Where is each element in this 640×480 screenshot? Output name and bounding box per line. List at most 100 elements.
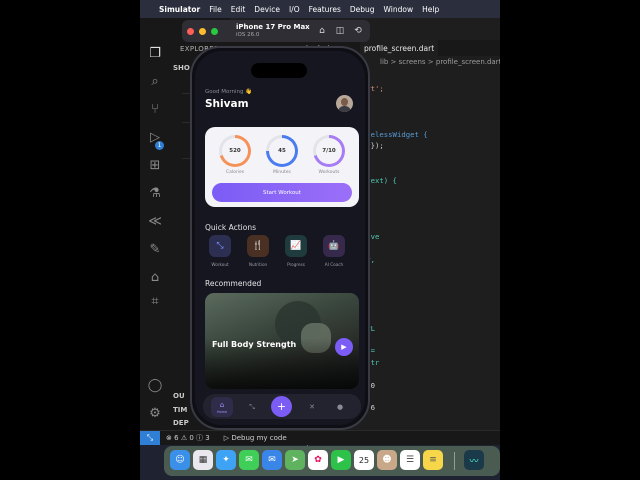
menu-window[interactable]: Window bbox=[384, 5, 414, 14]
recommended-workout-card[interactable]: Full Body Strength ▶ bbox=[205, 293, 359, 389]
remote-icon[interactable]: ✎ bbox=[147, 241, 163, 257]
source-control-icon[interactable]: ⑂ bbox=[147, 101, 163, 117]
dependencies-section[interactable]: DEP bbox=[173, 419, 189, 427]
quick-action-progress[interactable]: 📈 bbox=[285, 235, 307, 257]
maps-icon[interactable]: ➤ bbox=[285, 450, 305, 470]
tab-label: profile_screen.dart bbox=[364, 43, 435, 53]
launchpad-icon[interactable]: ▦ bbox=[193, 450, 213, 470]
workouts-value: 7/10 bbox=[316, 138, 342, 164]
account-icon[interactable]: ◯ bbox=[147, 377, 163, 393]
quick-action-workout-label: Workout bbox=[211, 262, 229, 267]
settings-gear-icon[interactable]: ⚙ bbox=[147, 405, 163, 421]
iphone-frame: Good Morning 👋 Shivam 520 Calories 45 Mi… bbox=[190, 46, 370, 430]
quick-action-ai-coach-label: AI Coach bbox=[324, 262, 344, 267]
calendar-day: 25 bbox=[358, 455, 370, 465]
breadcrumb[interactable]: lib > screens > profile_screen.dart > ..… bbox=[380, 58, 500, 66]
menu-file[interactable]: File bbox=[209, 5, 222, 14]
menu-bar: Simulator File Edit Device I/O Features … bbox=[140, 0, 500, 18]
quick-action-progress-label: Progress bbox=[287, 262, 305, 267]
dock: ☺ ▦ ✦ ✉ ✉ ➤ ✿ ▶ 25 ☻ ☰ ≡ 〰 bbox=[164, 446, 500, 476]
messages-icon[interactable]: ✉ bbox=[239, 450, 259, 470]
home-icon: ⌂ bbox=[219, 400, 225, 409]
app-screen: Good Morning 👋 Shivam 520 Calories 45 Mi… bbox=[195, 51, 365, 425]
nav-profile[interactable]: ● bbox=[331, 398, 349, 416]
timeline-section[interactable]: TIM bbox=[173, 406, 187, 414]
minimize-window-icon[interactable] bbox=[199, 27, 206, 35]
workouts-ring: 7/10 bbox=[313, 135, 345, 167]
menu-features[interactable]: Features bbox=[309, 5, 341, 14]
extensions-icon[interactable]: ⊞ bbox=[147, 157, 163, 173]
flutter-icon[interactable]: ≪ bbox=[147, 213, 163, 229]
chart-icon: 📈 bbox=[290, 241, 302, 251]
robot-icon: 🤖 bbox=[328, 241, 340, 251]
remote-indicator-icon[interactable]: ⤡ bbox=[140, 431, 160, 445]
debug-play-icon: ▷ bbox=[223, 434, 230, 442]
info-icon: ⓘ bbox=[196, 434, 204, 442]
calories-value: 520 bbox=[222, 138, 248, 164]
quick-action-nutrition[interactable]: 🍴 bbox=[247, 235, 269, 257]
user-name: Shivam bbox=[205, 98, 249, 110]
fork-knife-icon: 🍴 bbox=[252, 241, 264, 251]
outline-section[interactable]: OU bbox=[173, 392, 185, 400]
testing-icon[interactable]: ⚗ bbox=[147, 185, 163, 201]
menu-help[interactable]: Help bbox=[422, 5, 439, 14]
contacts-icon[interactable]: ☻ bbox=[377, 450, 397, 470]
error-icon: ⊗ bbox=[166, 434, 172, 442]
quick-action-ai-coach[interactable]: 🤖 bbox=[323, 235, 345, 257]
person-icon: ● bbox=[336, 403, 344, 411]
screenshot-icon[interactable]: ◫ bbox=[334, 25, 346, 37]
avatar-body bbox=[338, 106, 351, 112]
dynamic-island bbox=[251, 63, 307, 78]
freeform-icon[interactable]: 〰 bbox=[464, 450, 484, 470]
minutes-value: 45 bbox=[269, 138, 295, 164]
start-workout-button[interactable]: Start Workout bbox=[212, 183, 352, 202]
menu-device[interactable]: Device bbox=[254, 5, 280, 14]
nav-nutrition[interactable]: ✕ bbox=[303, 398, 321, 416]
rotate-icon[interactable]: ⟲ bbox=[352, 25, 364, 37]
photos-icon[interactable]: ✿ bbox=[308, 450, 328, 470]
quick-action-workout[interactable]: ⤡ bbox=[209, 235, 231, 257]
notes-icon[interactable]: ≡ bbox=[423, 450, 443, 470]
avatar[interactable] bbox=[336, 95, 353, 112]
notification-badge: 1 bbox=[155, 141, 164, 150]
plus-icon: + bbox=[276, 400, 287, 413]
dumbbell-icon: ⤡ bbox=[216, 241, 224, 251]
menu-edit[interactable]: Edit bbox=[231, 5, 246, 14]
close-window-icon[interactable] bbox=[187, 27, 194, 35]
menu-debug[interactable]: Debug bbox=[350, 5, 375, 14]
bookmark-icon[interactable]: ⌂ bbox=[147, 269, 163, 285]
menu-io[interactable]: I/O bbox=[289, 5, 300, 14]
calendar-icon[interactable]: 25 bbox=[354, 450, 374, 470]
add-button[interactable]: + bbox=[271, 396, 292, 417]
home-button-icon[interactable]: ⌂ bbox=[316, 25, 328, 37]
play-button-icon[interactable]: ▶ bbox=[335, 338, 353, 356]
workouts-label: Workouts bbox=[318, 170, 340, 175]
dock-separator bbox=[454, 452, 455, 470]
warning-count: 0 bbox=[189, 434, 194, 442]
minutes-ring: 45 bbox=[266, 135, 298, 167]
tab-profile-screen[interactable]: profile_screen.dart bbox=[360, 40, 439, 56]
menu-app-name[interactable]: Simulator bbox=[159, 5, 200, 14]
dumbbell-icon: ⤡ bbox=[249, 402, 255, 411]
quick-action-nutrition-label: Nutrition bbox=[248, 262, 268, 267]
nav-workouts[interactable]: ⤡ bbox=[243, 398, 261, 416]
greeting-text: Good Morning 👋 bbox=[205, 89, 253, 95]
zoom-window-icon[interactable] bbox=[211, 27, 218, 35]
explorer-icon[interactable]: ❐ bbox=[147, 45, 163, 61]
minutes-label: Minutes bbox=[273, 170, 291, 175]
debug-status[interactable]: ▷ Debug my code bbox=[224, 434, 287, 442]
finder-icon[interactable]: ☺ bbox=[170, 450, 190, 470]
mail-icon[interactable]: ✉ bbox=[262, 450, 282, 470]
facetime-icon[interactable]: ▶ bbox=[331, 450, 351, 470]
safari-icon[interactable]: ✦ bbox=[216, 450, 236, 470]
explorer-section-top[interactable]: SHO bbox=[173, 64, 190, 72]
error-count: 6 bbox=[174, 434, 179, 442]
reminders-icon[interactable]: ☰ bbox=[400, 450, 420, 470]
problems-indicator[interactable]: ⊗ 6 ⚠ 0 ⓘ 3 bbox=[166, 433, 210, 443]
status-bar: ⤡ ⊗ 6 ⚠ 0 ⓘ 3 ▷ Debug my code bbox=[140, 430, 500, 445]
inspect-icon[interactable]: ⌗ bbox=[147, 293, 163, 309]
nav-home[interactable]: ⌂ Home bbox=[211, 397, 233, 417]
search-icon[interactable]: ⌕ bbox=[147, 73, 163, 89]
simulator-os-version: iOS 26.0 bbox=[236, 32, 260, 38]
quick-actions-title: Quick Actions bbox=[205, 223, 256, 232]
